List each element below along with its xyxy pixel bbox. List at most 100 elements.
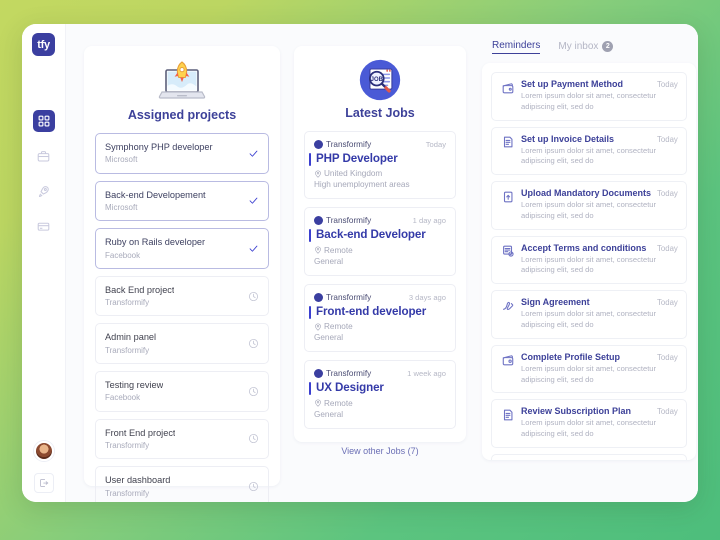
page-title-projects: Assigned projects xyxy=(127,108,237,122)
reminder-body: Review Subscription Plan Today Lorem ipsum… xyxy=(521,406,678,440)
laptop-rocket-illustration xyxy=(95,58,269,104)
reminder-title: Sign Agreement xyxy=(521,297,590,308)
reminder-header: Accept Terms and conditions Today xyxy=(521,243,678,253)
job-title-row: Back-end Developer xyxy=(309,228,446,243)
reminder-item[interactable]: Set up Invoice Details Today Lorem ipsum d… xyxy=(491,126,687,176)
project-item[interactable]: Admin panel Transformify xyxy=(95,323,269,365)
reminder-description: Lorem ipsum dolor sit amet, consectetur … xyxy=(521,309,657,330)
reminder-title: Accept Terms and conditions xyxy=(521,242,647,253)
job-accent-bar xyxy=(309,305,311,319)
job-card[interactable]: Transformify 3 days ago Front-end develope… xyxy=(304,283,456,353)
reminder-item[interactable]: Set up Payment Method Today Lorem ipsum do… xyxy=(491,72,687,121)
reminder-item[interactable]: Review Subscription Plan Today Lorem ipsum… xyxy=(491,399,687,448)
user-avatar[interactable] xyxy=(33,441,54,461)
project-text: Back-end Developement Microsoft xyxy=(105,189,206,214)
job-card[interactable]: Transformify Today PHP Developer United Kin… xyxy=(304,131,456,200)
reminder-item[interactable]: Sign Agreement Today Lorem ipsum dolor sit… xyxy=(491,290,687,339)
reminder-header: Review Subscription Plan Today xyxy=(521,406,678,416)
project-item[interactable]: Symphony PHP developer Microsoft xyxy=(95,133,269,174)
page-title-jobs: Latest Jobs xyxy=(345,106,415,120)
reminder-description: Lorem ipsum dolor sit amet, consectetur … xyxy=(521,418,657,439)
job-card-header: Transformify 1 week ago xyxy=(314,369,446,379)
project-name: Symphony PHP developer xyxy=(105,142,213,152)
job-company-name: Transformify xyxy=(326,216,372,226)
reminder-title: Set up Payment Method xyxy=(521,79,624,89)
job-title-row: Front-end developer xyxy=(309,305,446,319)
project-item[interactable]: Ruby on Rails developer Facebook xyxy=(95,228,269,269)
logout-icon[interactable] xyxy=(33,473,54,493)
project-company: Transformify xyxy=(105,488,150,498)
job-time: 1 week ago xyxy=(407,369,446,379)
job-card[interactable]: Transformify 1 day ago Back-end Developer R… xyxy=(304,207,456,276)
sidebar-item-jobs[interactable] xyxy=(33,145,55,167)
terms-icon xyxy=(500,244,515,259)
location-pin-icon xyxy=(314,399,322,407)
job-card[interactable]: Transformify 1 week ago UX Designer Remote G… xyxy=(304,360,456,429)
project-item[interactable]: Back End project Transformify xyxy=(95,275,269,317)
project-item[interactable]: Back-end Developement Microsoft xyxy=(95,180,269,222)
reminder-header: Upload Mandatory Documents Today xyxy=(521,188,678,198)
job-location-text: Remote xyxy=(324,322,353,332)
reminder-body: Set up Invoice Details Today Lorem ipsum d… xyxy=(521,134,678,168)
check-icon xyxy=(248,243,259,254)
clock-icon xyxy=(248,338,259,349)
job-location: Remote xyxy=(314,322,446,331)
job-accent-bar xyxy=(309,152,311,166)
reminders-list: Set up Payment Method Today Lorem ipsum do… xyxy=(491,72,687,460)
project-item[interactable]: Front End project Transformify xyxy=(95,418,269,460)
reminder-time: Today xyxy=(657,189,678,199)
location-pin-icon xyxy=(314,246,322,255)
job-company: Transformify xyxy=(314,216,372,226)
reminder-item[interactable]: Set Notification PreferencesTodayLorem i… xyxy=(491,453,687,460)
clock-icon xyxy=(248,481,259,492)
transformify-logo-icon xyxy=(314,292,323,302)
project-item[interactable]: Testing review Facebook xyxy=(95,371,269,412)
sidebar: tfy xyxy=(22,24,66,502)
job-title[interactable]: PHP Developer xyxy=(316,152,398,166)
reminder-description: Lorem ipsum dolor sit amet, consectetur … xyxy=(521,91,657,111)
main-content: Assigned projects Symphony PHP developer… xyxy=(66,24,698,502)
job-accent-bar xyxy=(309,229,311,243)
project-company: Facebook xyxy=(105,393,141,403)
job-company-name: Transformify xyxy=(326,369,372,379)
transformify-logo-icon xyxy=(314,369,323,379)
invoice-icon xyxy=(500,135,515,150)
card-icon xyxy=(37,220,50,233)
tab-reminders[interactable]: Reminders xyxy=(492,40,541,54)
location-pin-icon xyxy=(314,323,322,331)
reminder-item[interactable]: Accept Terms and conditions Today Lorem ip… xyxy=(491,235,687,285)
tab-my-inbox[interactable]: My inbox 2 xyxy=(558,40,614,54)
projects-list: Symphony PHP developer Microsoft Back-end … xyxy=(95,133,269,502)
sidebar-item-billing[interactable] xyxy=(33,215,55,237)
project-item[interactable]: User dashboard Transformify xyxy=(95,466,269,502)
tab-label: My inbox xyxy=(558,40,599,52)
job-title[interactable]: Back-end Developer xyxy=(316,228,426,242)
clock-icon xyxy=(248,433,259,444)
reminders-tabs: Reminders My inbox 2 xyxy=(482,40,696,63)
project-company: Transformify xyxy=(105,345,150,355)
job-company: Transformify xyxy=(314,369,372,379)
sidebar-item-dashboard[interactable] xyxy=(32,110,55,132)
reminder-time: Today xyxy=(657,243,678,253)
sidebar-item-projects[interactable] xyxy=(33,180,55,202)
job-category: High unemployment areas xyxy=(314,180,410,190)
reminder-item[interactable]: Complete Profile Setup Today Lorem ipsum d… xyxy=(491,344,687,394)
location-pin-icon xyxy=(314,170,322,178)
project-text: Ruby on Rails developer Facebook xyxy=(105,236,205,261)
reminder-body: Upload Mandatory Documents Today Lorem ips… xyxy=(521,188,678,222)
job-location-text: United Kingdom xyxy=(324,169,383,179)
reminder-item[interactable]: Upload Mandatory Documents Today Lorem ips… xyxy=(491,181,687,230)
reminder-title: Set up Invoice Details xyxy=(521,133,615,144)
view-other-jobs-link[interactable]: View other Jobs (7) xyxy=(304,443,456,459)
app-logo[interactable]: tfy xyxy=(32,33,55,56)
job-title[interactable]: Front-end developer xyxy=(316,305,426,319)
project-name: Admin panel xyxy=(105,332,157,343)
job-location: Remote xyxy=(314,246,446,255)
transformify-logo-icon xyxy=(314,140,323,149)
signature-icon xyxy=(500,298,515,313)
job-search-icon: JOB xyxy=(304,58,456,102)
project-name: Front End project xyxy=(105,427,176,438)
job-accent-bar xyxy=(309,382,311,396)
job-title[interactable]: UX Designer xyxy=(316,381,384,395)
briefcase-icon xyxy=(37,150,50,163)
